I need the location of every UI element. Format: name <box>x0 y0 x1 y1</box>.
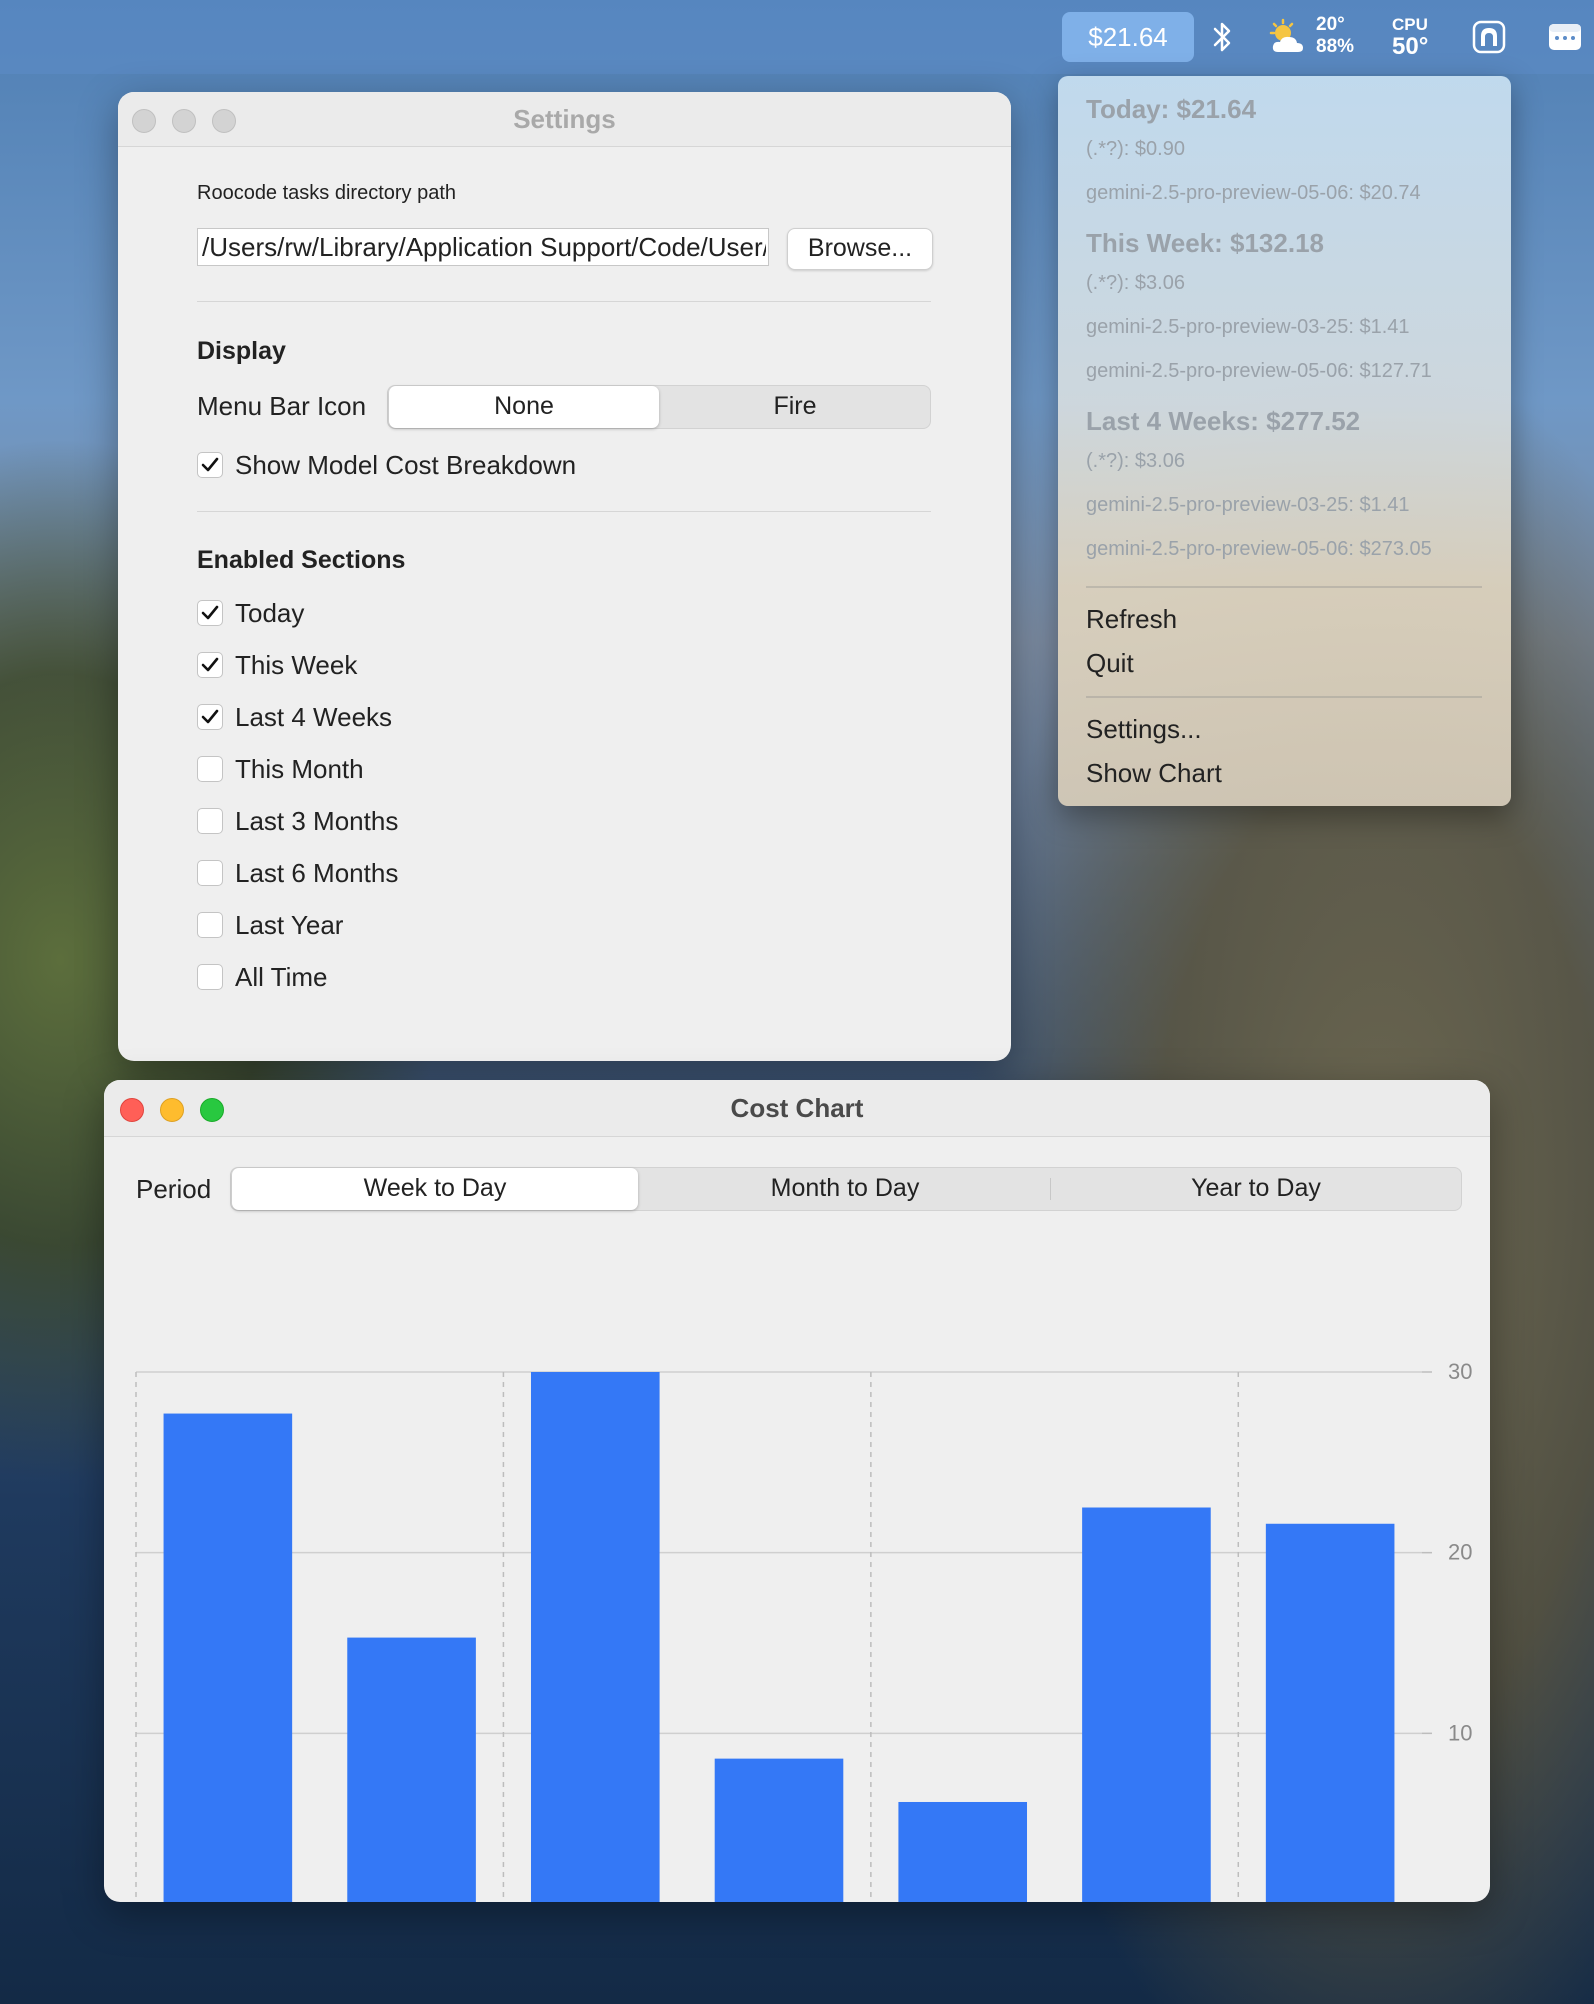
chart-title: Cost Chart <box>730 1093 864 1123</box>
section-label: This Month <box>235 753 364 784</box>
weather-humidity: 88% <box>1316 36 1355 57</box>
section-checkbox-this-month[interactable]: This Month <box>197 754 364 784</box>
menu-today-line[interactable]: gemini-2.5-pro-preview-05-06: $20.74 <box>1086 182 1421 205</box>
menu-show-chart[interactable]: Show Chart <box>1086 758 1222 789</box>
period-option-month[interactable]: Month to Day <box>640 1168 1050 1210</box>
y-tick-label: 30 <box>1448 1359 1472 1384</box>
menu-today-heading[interactable]: Today: $21.64 <box>1086 94 1256 125</box>
browse-button[interactable]: Browse... <box>787 228 933 270</box>
weather-readout[interactable]: 20° 88% <box>1316 14 1354 58</box>
chart-titlebar[interactable]: Cost Chart <box>104 1080 1490 1137</box>
weather-temperature: 20° <box>1316 14 1345 35</box>
menu-separator <box>1086 696 1482 698</box>
divider <box>197 511 931 512</box>
checkmark-icon <box>201 657 219 672</box>
cpu-readout[interactable]: CPU 50° <box>1392 14 1429 60</box>
section-checkbox-last-year[interactable]: Last Year <box>197 910 343 940</box>
section-label: Last 6 Months <box>235 857 399 888</box>
menu-4weeks-line[interactable]: gemini-2.5-pro-preview-05-06: $273.05 <box>1086 538 1432 561</box>
show-breakdown-checkbox[interactable]: Show Model Cost Breakdown <box>197 450 576 480</box>
settings-titlebar[interactable]: Settings <box>118 92 1011 147</box>
menu-4weeks-line[interactable]: (.*?): $3.06 <box>1086 450 1185 473</box>
section-label: Last 4 Weeks <box>235 701 393 732</box>
cpu-temperature: 50° <box>1392 33 1429 60</box>
checkbox-box[interactable] <box>197 600 223 626</box>
bar-mon <box>347 1637 476 1902</box>
menu-bar-icon-segmented: None Fire <box>387 385 931 429</box>
checkmark-icon <box>201 457 219 472</box>
weather-icon[interactable] <box>1266 18 1308 63</box>
control-icon[interactable] <box>1548 22 1582 57</box>
section-label: This Week <box>235 649 358 680</box>
checkbox-box[interactable] <box>197 860 223 886</box>
bar-fri <box>1082 1507 1211 1902</box>
period-option-year[interactable]: Year to Day <box>1051 1168 1461 1210</box>
section-label: All Time <box>235 961 328 992</box>
checkmark-icon <box>201 605 219 620</box>
y-tick-label: 10 <box>1448 1720 1472 1745</box>
divider <box>197 301 931 302</box>
bluetooth-icon[interactable] <box>1206 20 1238 59</box>
icon-option-fire[interactable]: Fire <box>660 386 930 428</box>
y-tick-label: 0 <box>1448 1901 1460 1902</box>
checkbox-box[interactable] <box>197 912 223 938</box>
app-icon[interactable] <box>1472 20 1506 59</box>
section-checkbox-last-4-weeks[interactable]: Last 4 Weeks <box>197 702 392 732</box>
checkbox-box[interactable] <box>197 452 223 478</box>
menu-week-line[interactable]: gemini-2.5-pro-preview-05-06: $127.71 <box>1086 360 1432 383</box>
cost-status-item[interactable]: $21.64 <box>1062 12 1194 62</box>
menu-today-line[interactable]: (.*?): $0.90 <box>1086 138 1185 161</box>
checkmark-icon <box>201 709 219 724</box>
settings-title: Settings <box>513 104 616 134</box>
bar-wed <box>714 1758 844 1902</box>
enabled-sections-heading: Enabled Sections <box>197 546 406 574</box>
show-breakdown-label: Show Model Cost Breakdown <box>235 449 577 480</box>
checkbox-box[interactable] <box>197 652 223 678</box>
period-label: Period <box>136 1174 212 1204</box>
menu-quit[interactable]: Quit <box>1086 648 1134 679</box>
menu-refresh[interactable]: Refresh <box>1086 604 1177 635</box>
menu-separator <box>1086 586 1482 588</box>
section-checkbox-last-6-months[interactable]: Last 6 Months <box>197 858 398 888</box>
menu-week-line[interactable]: gemini-2.5-pro-preview-03-25: $1.41 <box>1086 316 1410 339</box>
settings-window: Settings Roocode tasks directory path Br… <box>118 92 1011 1061</box>
menu-week-heading[interactable]: This Week: $132.18 <box>1086 228 1324 259</box>
menu-bar-icon-label: Menu Bar Icon <box>197 391 367 421</box>
bar-tue <box>530 1372 660 1902</box>
menu-settings[interactable]: Settings... <box>1086 714 1202 745</box>
section-checkbox-last-3-months[interactable]: Last 3 Months <box>197 806 398 836</box>
menu-4weeks-heading[interactable]: Last 4 Weeks: $277.52 <box>1086 406 1360 437</box>
path-label: Roocode tasks directory path <box>197 182 457 204</box>
section-label: Last Year <box>235 909 344 940</box>
cost-chart-window: Cost Chart Period Week to Day Month to D… <box>104 1080 1490 1902</box>
section-checkbox-today[interactable]: Today <box>197 598 304 628</box>
bar-sat <box>1265 1523 1395 1902</box>
bar-sun <box>163 1413 293 1902</box>
y-tick-label: 20 <box>1448 1540 1472 1565</box>
menu-week-line[interactable]: (.*?): $3.06 <box>1086 272 1185 295</box>
period-option-week[interactable]: Week to Day <box>232 1168 638 1210</box>
section-label: Last 3 Months <box>235 805 399 836</box>
menu-4weeks-line[interactable]: gemini-2.5-pro-preview-03-25: $1.41 <box>1086 494 1410 517</box>
bar-thu <box>898 1801 1028 1902</box>
section-checkbox-this-week[interactable]: This Week <box>197 650 357 680</box>
cost-bar-chart: 0102030SunTueThuSat <box>135 1359 1472 1902</box>
status-menu: Today: $21.64 (.*?): $0.90 gemini-2.5-pr… <box>1058 76 1511 806</box>
path-input[interactable] <box>197 228 769 266</box>
section-checkbox-all-time[interactable]: All Time <box>197 962 327 992</box>
checkbox-box[interactable] <box>197 808 223 834</box>
display-heading: Display <box>197 337 286 365</box>
icon-option-none[interactable]: None <box>389 386 659 428</box>
period-segmented: Week to Day Month to Day Year to Day <box>230 1167 1462 1211</box>
checkbox-box[interactable] <box>197 964 223 990</box>
section-label: Today <box>235 597 305 628</box>
checkbox-box[interactable] <box>197 756 223 782</box>
checkbox-box[interactable] <box>197 704 223 730</box>
menu-bar: $21.64 20° 88% CPU 50° <box>0 0 1594 74</box>
